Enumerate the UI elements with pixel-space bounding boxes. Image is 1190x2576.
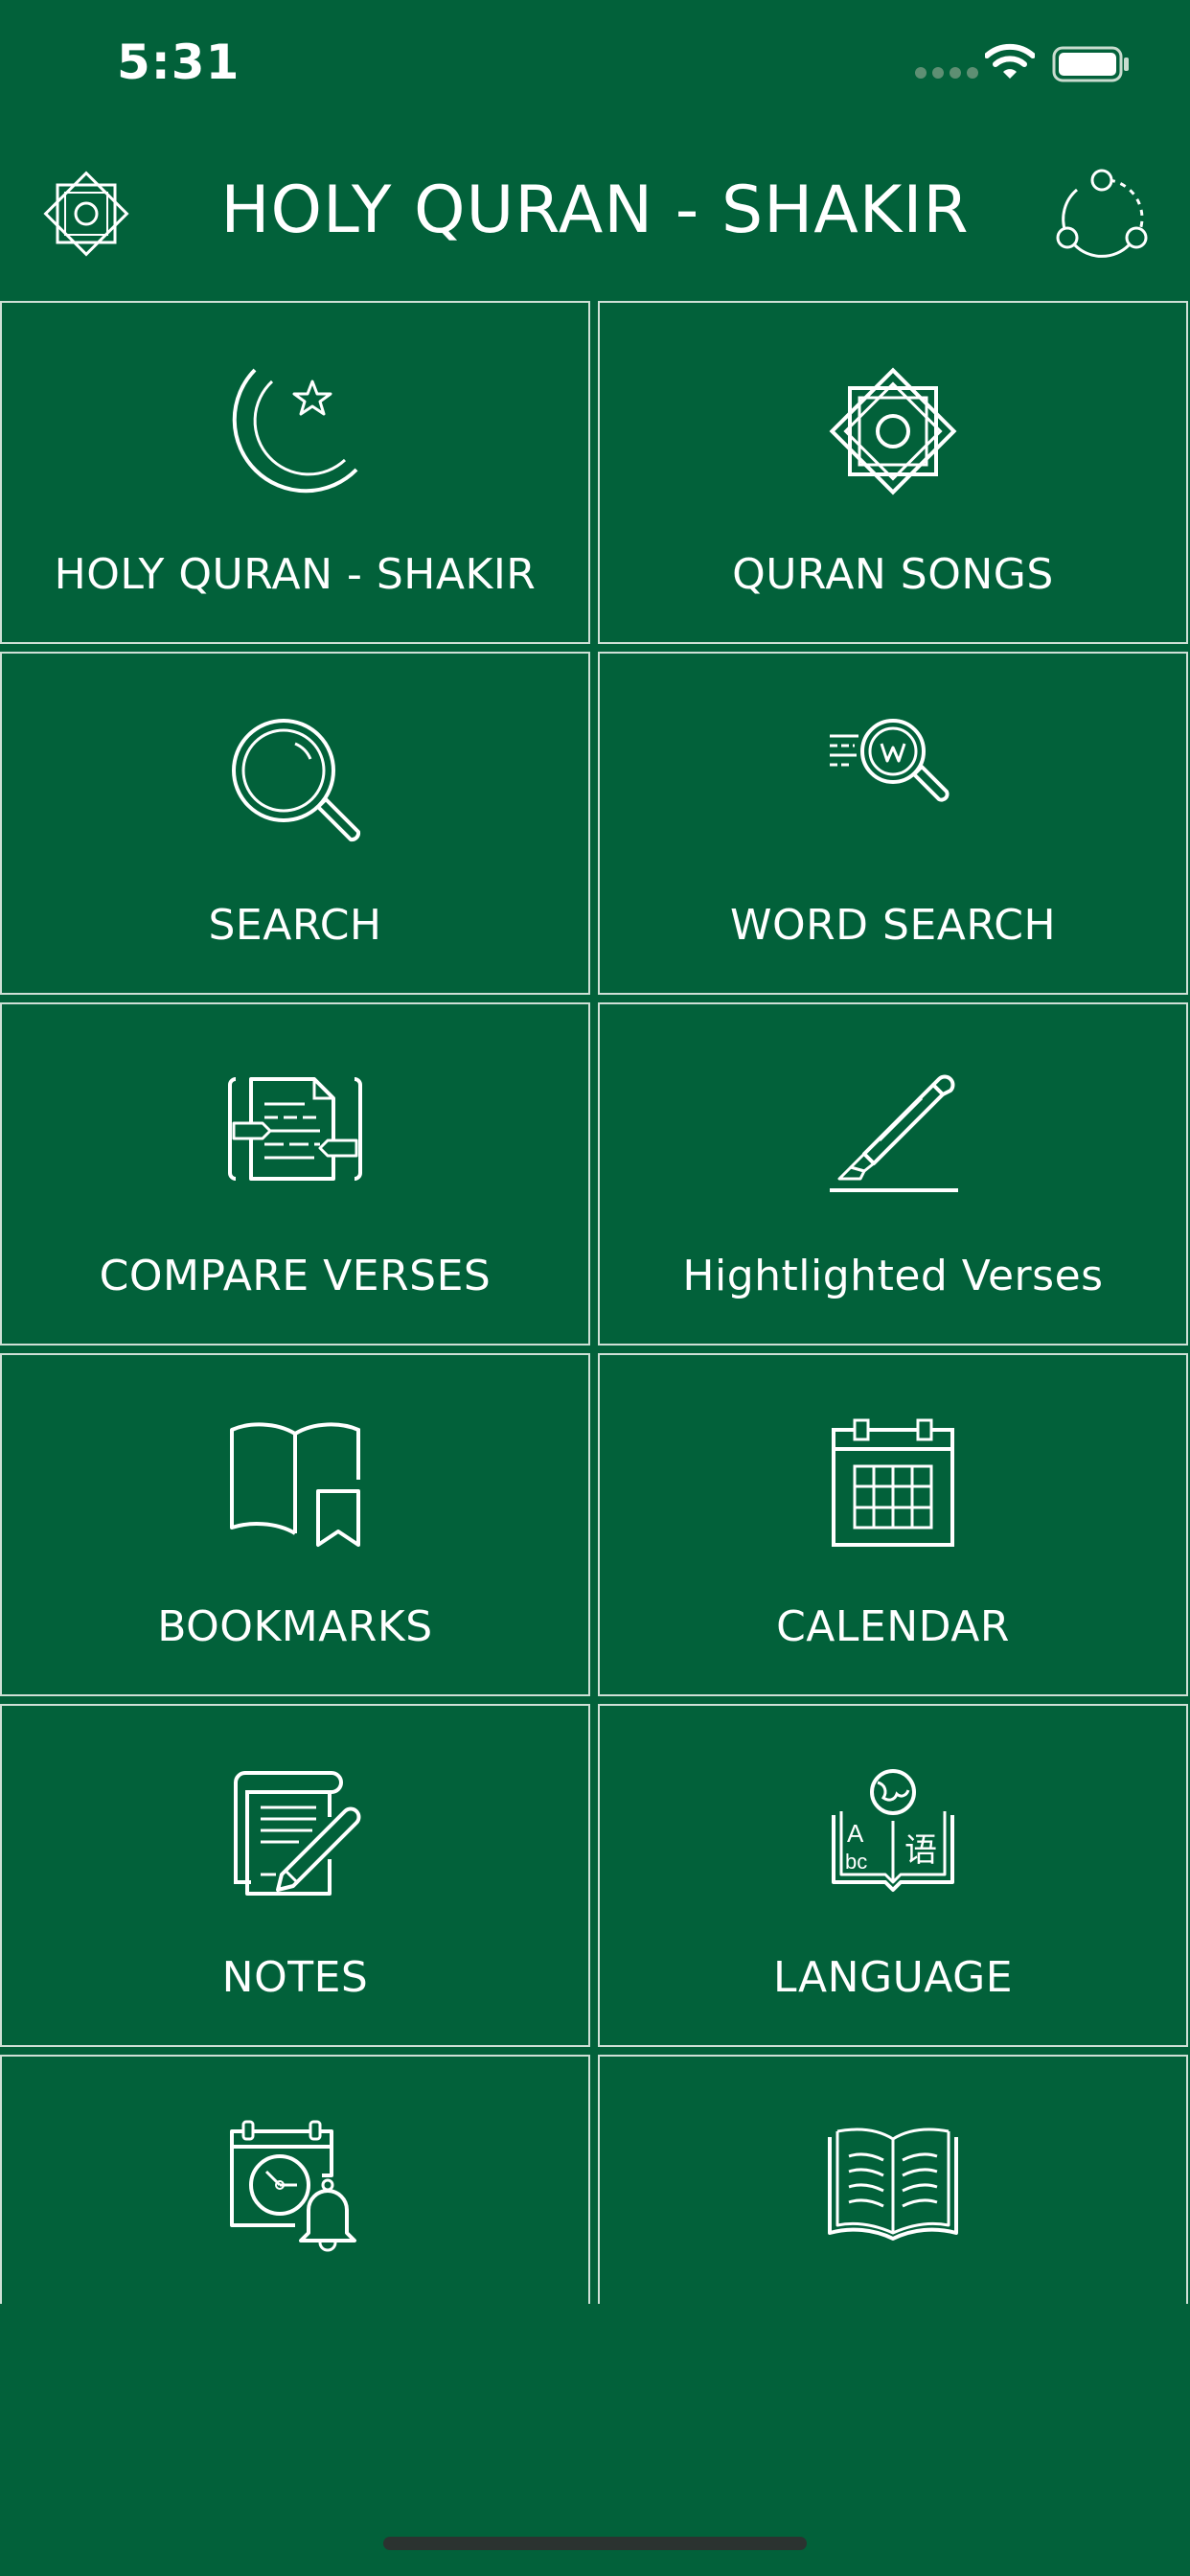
reminder-calendar-icon (228, 2118, 362, 2252)
tile-search[interactable]: SEARCH (0, 652, 590, 995)
tile-label: CALENDAR (776, 1602, 1010, 1651)
cellular-signal-icon (915, 67, 978, 79)
status-bar: 5:31 (0, 0, 1190, 134)
tile-holy-quran[interactable]: HOLY QURAN - SHAKIR (0, 301, 590, 644)
tile-label: Hightlighted Verses (682, 1252, 1104, 1300)
page-title: HOLY QURAN - SHAKIR (220, 172, 970, 248)
tile-compare-verses[interactable]: COMPARE VERSES (0, 1002, 590, 1346)
tile-label: WORD SEARCH (729, 901, 1057, 950)
calendar-icon (826, 1416, 960, 1551)
word-search-icon (826, 715, 960, 849)
tile-quran-songs[interactable]: QURAN SONGS (598, 301, 1188, 644)
menu-grid: HOLY QURAN - SHAKIR QURAN SONGS SEARCH W… (0, 301, 1190, 2304)
svg-text:bc: bc (845, 1850, 867, 1874)
app-header: HOLY QURAN - SHAKIR (0, 134, 1190, 297)
tile-notes[interactable]: NOTES (0, 1704, 590, 2047)
svg-text:A: A (847, 1819, 864, 1848)
tile-label: SEARCH (208, 901, 382, 950)
tile-read-book[interactable] (598, 2055, 1188, 2304)
language-book-icon: A bc 语 (826, 1767, 960, 1901)
compare-document-icon (228, 1066, 362, 1200)
tile-label: LANGUAGE (772, 1953, 1014, 2002)
tile-reminder[interactable] (0, 2055, 590, 2304)
tile-bookmarks[interactable]: BOOKMARKS (0, 1353, 590, 1696)
magnifier-icon (228, 715, 362, 849)
battery-icon (1052, 46, 1131, 82)
status-time: 5:31 (117, 34, 240, 90)
tile-label: BOOKMARKS (157, 1602, 433, 1651)
crescent-star-icon (228, 364, 362, 498)
tile-word-search[interactable]: WORD SEARCH (598, 652, 1188, 995)
tile-language[interactable]: A bc 语 LANGUAGE (598, 1704, 1188, 2047)
home-indicator[interactable] (383, 2537, 807, 2550)
svg-text:语: 语 (904, 1831, 937, 1870)
tile-calendar[interactable]: CALENDAR (598, 1353, 1188, 1696)
tile-highlighted-verses[interactable]: Hightlighted Verses (598, 1002, 1188, 1346)
highlighter-pen-icon (826, 1066, 960, 1200)
bookmark-book-icon (228, 1416, 362, 1551)
islamic-star-icon (826, 364, 960, 498)
tile-label: COMPARE VERSES (99, 1252, 492, 1300)
tile-label: NOTES (221, 1953, 369, 2002)
tile-label: QURAN SONGS (732, 550, 1054, 599)
share-icon[interactable] (1054, 169, 1150, 264)
wifi-icon (985, 42, 1035, 80)
notes-icon (228, 1767, 362, 1901)
tile-label: HOLY QURAN - SHAKIR (54, 550, 537, 599)
open-book-icon (826, 2118, 960, 2252)
